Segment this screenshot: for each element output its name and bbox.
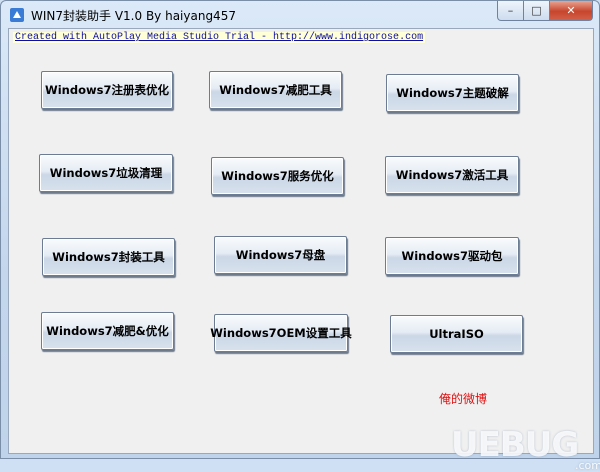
app-window: WIN7封装助手 V1.0 By haiyang457 – □ ✕ Create…: [0, 0, 600, 472]
driver-pack-button[interactable]: Windows7驱动包: [385, 237, 519, 275]
master-disk-button[interactable]: Windows7母盘: [214, 236, 347, 274]
close-button[interactable]: ✕: [550, 1, 593, 21]
activation-tool-button[interactable]: Windows7激活工具: [385, 156, 519, 194]
junk-clean-button[interactable]: Windows7垃圾清理: [39, 154, 173, 192]
ultraiso-button[interactable]: UltraISO: [390, 315, 523, 353]
watermark-domain: .com: [575, 459, 600, 472]
registry-optimize-button[interactable]: Windows7注册表优化: [41, 71, 173, 109]
client-area: Created with AutoPlay Media Studio Trial…: [8, 28, 600, 472]
theme-crack-button[interactable]: Windows7主题破解: [386, 74, 519, 112]
trial-link[interactable]: Created with AutoPlay Media Studio Trial…: [13, 32, 426, 43]
service-optimize-button[interactable]: Windows7服务优化: [211, 157, 344, 195]
title-bar[interactable]: WIN7封装助手 V1.0 By haiyang457 – □ ✕: [1, 1, 599, 28]
minimize-button[interactable]: –: [497, 1, 524, 21]
watermark-logo: UEBUG: [451, 425, 579, 465]
oem-settings-button[interactable]: Windows7OEM设置工具: [210, 314, 352, 352]
slim-optimize-button[interactable]: Windows7减肥&优化: [41, 312, 174, 350]
app-icon: [10, 8, 24, 22]
maximize-button[interactable]: □: [524, 1, 550, 21]
window-title: WIN7封装助手 V1.0 By haiyang457: [31, 9, 236, 23]
slim-tool-button[interactable]: Windows7减肥工具: [209, 71, 342, 109]
caption-buttons: – □ ✕: [497, 1, 593, 21]
weibo-link[interactable]: 俺的微博: [439, 390, 487, 407]
package-tool-button[interactable]: Windows7封装工具: [42, 238, 175, 276]
